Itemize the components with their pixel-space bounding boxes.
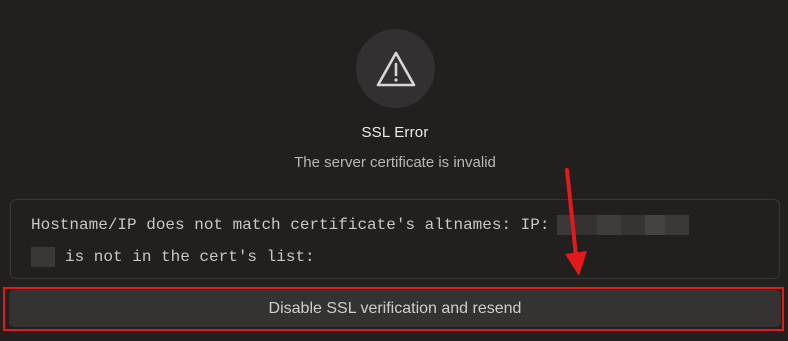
error-title: SSL Error (361, 124, 429, 141)
disable-ssl-resend-button[interactable]: Disable SSL verification and resend (9, 290, 781, 327)
warning-triangle-icon (376, 51, 415, 86)
error-subtitle: The server certificate is invalid (294, 154, 496, 171)
error-detail-line-1: Hostname/IP does not match certificate's… (31, 215, 690, 235)
redacted-ip-suffix (31, 247, 55, 267)
error-detail-text-1: Hostname/IP does not match certificate's… (31, 216, 550, 234)
redacted-ip-address (557, 215, 690, 235)
ssl-error-panel: SSL Error The server certificate is inva… (0, 0, 788, 341)
error-detail-text-2: is not in the cert's list: (65, 248, 315, 266)
error-detail-line-2: is not in the cert's list: (31, 247, 315, 267)
error-detail-box: Hostname/IP does not match certificate's… (10, 199, 780, 279)
warning-icon-badge (356, 29, 435, 108)
